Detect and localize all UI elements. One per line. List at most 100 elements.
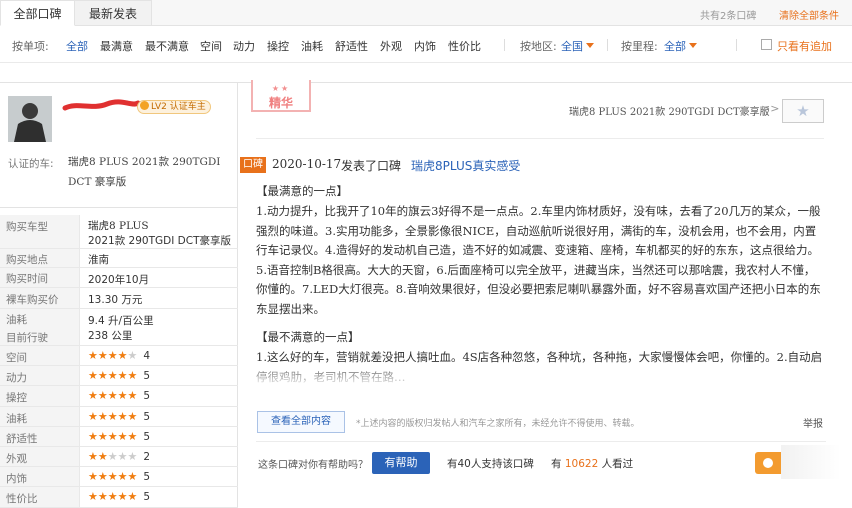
view-count: 有 10622 人看过 <box>551 458 634 470</box>
rating-row: 内饰 ★★★★★ 5 <box>0 467 238 488</box>
rating-stars: ★★★★★ 4 <box>88 350 150 362</box>
region-dropdown[interactable]: 全国 <box>561 38 594 54</box>
only-followup-label[interactable]: 只看有追加 <box>777 38 832 54</box>
panel-top-border <box>0 82 852 83</box>
chevron-down-icon <box>586 43 594 48</box>
star-icon: ★ <box>97 369 108 383</box>
info-label: 裸车购买价 <box>0 288 80 308</box>
support-count: 有40人支持该口碑 <box>447 458 534 470</box>
filter-separator <box>736 39 737 51</box>
star-icon: ★ <box>127 389 138 403</box>
view-all-button[interactable]: 查看全部内容 <box>257 411 345 433</box>
clear-conditions-link[interactable]: 清除全部条件 <box>779 7 839 22</box>
star-icon: ★ <box>117 490 128 504</box>
star-icon: ★ <box>107 369 118 383</box>
best-text: 1.动力提升，比我开了10年的旗云3好得不是一点点。2.车里内饰材质好，没有味，… <box>256 204 821 316</box>
rating-row: 舒适性 ★★★★★ 5 <box>0 426 238 447</box>
purchase-info-table: 购买车型 瑞虎8 PLUS 2021款 290TGDI DCT豪享版 购买地点 … <box>0 215 238 508</box>
copyright-note: *上述内容的版权归发帖人和汽车之家所有，未经允许不得使用、转载。 <box>356 419 640 429</box>
rating-row: 空间 ★★★★★ 4 <box>0 346 238 367</box>
rating-label: 内饰 <box>0 467 80 487</box>
info-label: 油耗 目前行驶 <box>0 309 80 345</box>
mileage-dropdown[interactable]: 全部 <box>664 38 697 54</box>
review-model-link[interactable]: 瑞虎8 PLUS 2021款 290TGDI DCT豪享版 <box>569 103 770 118</box>
rating-label: 外观 <box>0 447 80 467</box>
filter-exterior[interactable]: 外观 <box>380 38 402 54</box>
verified-owner-badge: LV2 认证车主 <box>137 100 211 114</box>
featured-stamp: ★★ 精华 <box>251 80 311 112</box>
blurred-float <box>781 445 841 479</box>
star-icon: ★ <box>107 450 118 463</box>
filter-power[interactable]: 动力 <box>233 38 255 54</box>
share-float-button[interactable] <box>755 452 781 474</box>
filter-all[interactable]: 全部 <box>66 38 88 54</box>
info-value: 2020年10月 <box>88 274 150 286</box>
text-fade <box>256 366 826 388</box>
review-title[interactable]: 瑞虎8PLUS真实感受 <box>411 157 520 174</box>
info-value: 238 公里 <box>88 330 133 342</box>
star-icon: ★ <box>107 429 118 443</box>
info-model-line1[interactable]: 瑞虎8 PLUS <box>88 218 149 233</box>
region-label: 按地区: <box>520 40 557 53</box>
rating-row: 性价比 ★★★★★ 5 <box>0 487 238 508</box>
rating-score: 5 <box>143 370 151 383</box>
filter-handling[interactable]: 操控 <box>267 38 289 54</box>
only-followup-checkbox[interactable] <box>761 39 772 50</box>
tab-latest[interactable]: 最新发表 <box>75 0 152 26</box>
rating-score: 2 <box>143 451 151 463</box>
filter-interior[interactable]: 内饰 <box>414 38 436 54</box>
star-icon: ★ <box>107 470 118 484</box>
star-icon: ★ <box>796 102 810 120</box>
star-icon: ★ <box>117 389 128 403</box>
star-icon: ★ <box>127 369 138 383</box>
review-count: 共有2条口碑 <box>700 11 757 22</box>
filter-value[interactable]: 性价比 <box>448 38 481 54</box>
star-icon: ★ <box>127 470 138 484</box>
rating-label: 空间 <box>0 346 80 366</box>
helpful-button[interactable]: 有帮助 <box>372 452 430 474</box>
filter-best[interactable]: 最满意 <box>100 38 133 54</box>
certified-car-label: 认证的车: <box>8 158 54 170</box>
certified-car-name[interactable]: 瑞虎8 PLUS 2021款 290TGDI DCT 豪享版 <box>68 152 232 192</box>
filter-fuel[interactable]: 油耗 <box>301 38 323 54</box>
info-row-location: 购买地点 淮南 <box>0 249 238 268</box>
star-icon: ★ <box>97 429 108 443</box>
report-link[interactable]: 举报 <box>803 415 823 430</box>
star-icon: ★ <box>97 409 108 423</box>
divider <box>256 441 826 442</box>
filter-space[interactable]: 空间 <box>200 38 222 54</box>
star-icon: ★ <box>88 369 98 383</box>
star-icon: ★ <box>88 409 98 423</box>
review-tag: 口碑 <box>240 157 266 173</box>
star-icon: ★ <box>97 450 108 463</box>
info-label: 购买地点 <box>0 249 80 267</box>
star-icon: ★ <box>88 349 98 362</box>
rating-label: 油耗 <box>0 406 80 426</box>
info-row-fuel: 油耗 目前行驶 9.4 升/百公里 238 公里 <box>0 309 238 346</box>
star-icon: ★ <box>117 429 128 443</box>
info-row-model: 购买车型 瑞虎8 PLUS 2021款 290TGDI DCT豪享版 <box>0 215 238 249</box>
star-icon: ★ <box>127 450 138 463</box>
avatar[interactable] <box>8 96 52 142</box>
chat-icon <box>763 458 773 468</box>
filter-worst[interactable]: 最不满意 <box>145 38 189 54</box>
star-icon: ★ <box>107 349 118 362</box>
badge-icon <box>140 101 149 110</box>
review-date: 2020-10-17 <box>272 157 342 171</box>
star-icon: ★ <box>97 470 108 484</box>
star-icon: ★ <box>97 490 108 504</box>
filter-label: 按单项: <box>12 40 49 53</box>
star-icon: ★ <box>127 349 138 362</box>
chevron-down-icon <box>689 43 697 48</box>
divider <box>256 138 824 139</box>
info-row-date: 购买时间 2020年10月 <box>0 268 238 288</box>
worst-heading: 【最不满意的一点】 <box>256 330 360 344</box>
filter-comfort[interactable]: 舒适性 <box>335 38 368 54</box>
rating-row: 操控 ★★★★★ 5 <box>0 386 238 407</box>
divider <box>0 207 238 208</box>
star-icon: ★ <box>107 490 118 504</box>
info-model-line2[interactable]: 2021款 290TGDI DCT豪享版 <box>88 233 231 248</box>
star-icon: ★ <box>127 409 138 423</box>
tab-all-reviews[interactable]: 全部口碑 <box>0 0 75 26</box>
favorite-star-button[interactable]: ★ <box>782 99 824 123</box>
